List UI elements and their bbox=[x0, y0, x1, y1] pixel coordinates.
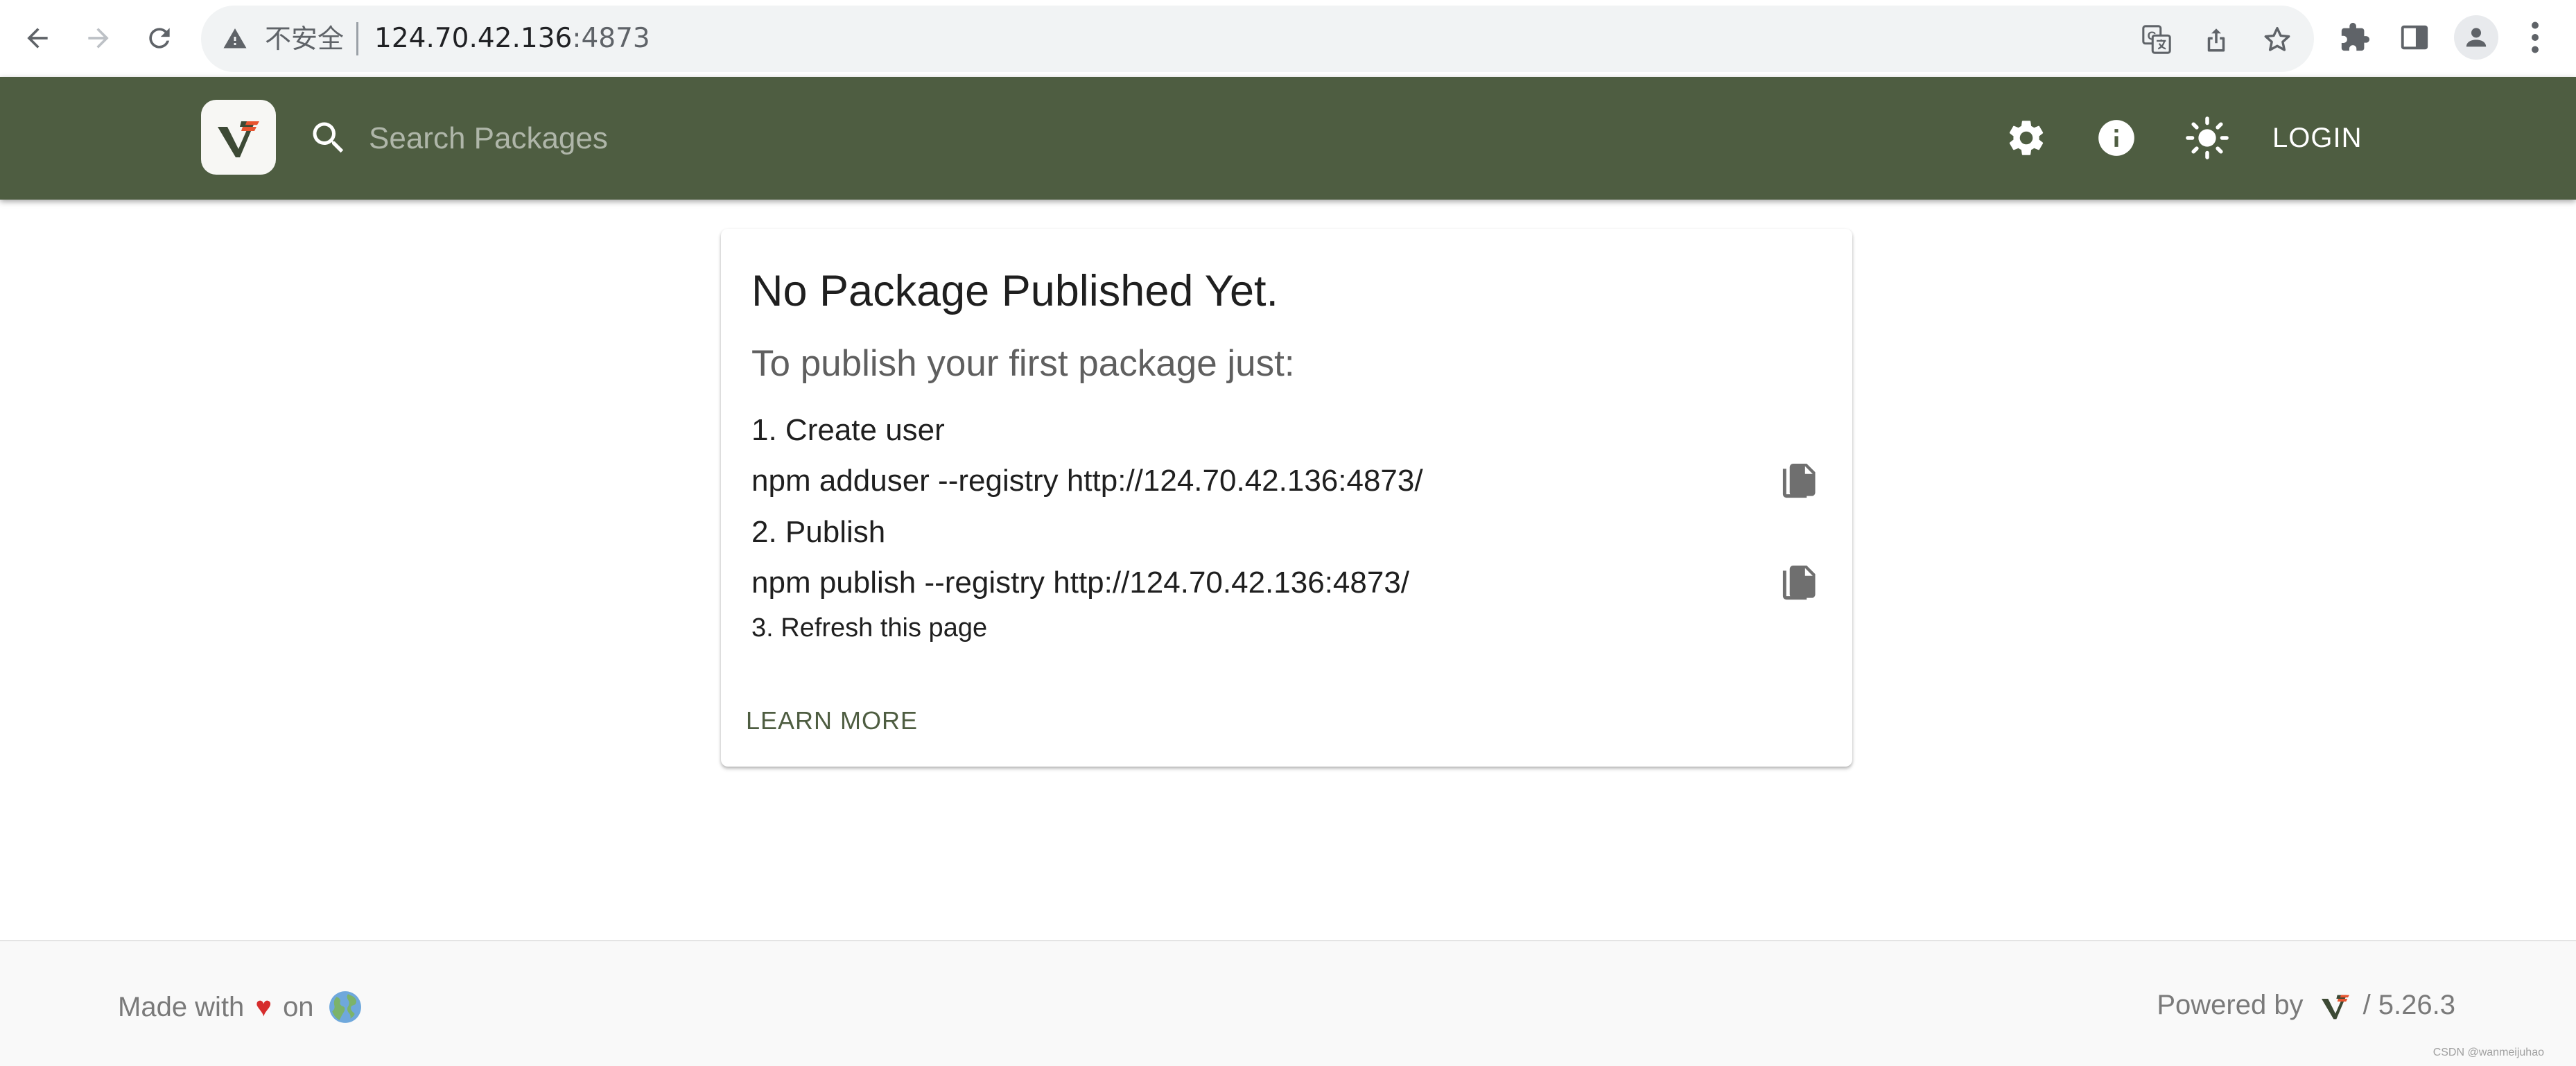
info-button[interactable] bbox=[2094, 115, 2139, 161]
verdaccio-logo[interactable] bbox=[201, 100, 276, 175]
learn-more-button[interactable]: LEARN MORE bbox=[746, 706, 918, 736]
reload-button[interactable] bbox=[137, 16, 182, 60]
powered-by-text: Powered by bbox=[2157, 990, 2304, 1020]
browser-toolbar: 不安全 124.70.42.136:4873 G bbox=[0, 0, 2576, 77]
footer: Made with ♥ on Powered by / 5.26.3 CSDN … bbox=[0, 940, 2576, 1066]
search-input[interactable] bbox=[367, 112, 1341, 166]
forward-button[interactable] bbox=[76, 16, 121, 60]
adduser-command: npm adduser --registry http://124.70.42.… bbox=[751, 464, 1423, 498]
copy-icon bbox=[1782, 566, 1816, 600]
translate-icon[interactable]: G bbox=[2141, 24, 2173, 55]
share-icon[interactable] bbox=[2202, 24, 2231, 55]
gear-icon bbox=[2009, 121, 2044, 155]
card-subtitle: To publish your first package just: bbox=[751, 343, 1295, 384]
theme-toggle-button[interactable] bbox=[2184, 115, 2230, 161]
security-status[interactable]: 不安全 bbox=[265, 24, 344, 54]
search-icon-wrap bbox=[308, 117, 349, 159]
settings-button[interactable] bbox=[2003, 115, 2049, 161]
reload-icon bbox=[149, 28, 170, 49]
puzzle-icon[interactable] bbox=[2339, 15, 2371, 60]
kebab-menu-icon[interactable] bbox=[2525, 15, 2545, 60]
on-text: on bbox=[283, 991, 314, 1022]
arrow-right-icon bbox=[88, 28, 109, 49]
star-icon[interactable] bbox=[2261, 24, 2293, 55]
address-separator bbox=[356, 22, 358, 55]
footer-made-with: Made with ♥ on bbox=[118, 990, 363, 1024]
search-icon bbox=[313, 122, 344, 153]
step-refresh-label: 3. Refresh this page bbox=[751, 613, 988, 643]
step-publish-label: 2. Publish bbox=[751, 515, 886, 549]
empty-state-card: No Package Published Yet. To publish you… bbox=[721, 229, 1852, 767]
url-host: 124.70.42.136 bbox=[374, 23, 573, 54]
version-text: / 5.26.3 bbox=[2362, 990, 2455, 1020]
login-button[interactable]: LOGIN bbox=[2263, 116, 2372, 160]
url-port: :4873 bbox=[572, 23, 650, 54]
copy-publish-button[interactable] bbox=[1773, 559, 1823, 609]
heart-icon: ♥ bbox=[255, 991, 272, 1022]
sun-icon bbox=[2186, 116, 2229, 159]
publish-command: npm publish --registry http://124.70.42.… bbox=[751, 566, 1410, 600]
address-bar[interactable]: 不安全 124.70.42.136:4873 G bbox=[201, 6, 2314, 72]
copy-icon bbox=[1782, 464, 1816, 498]
warning-triangle-icon bbox=[223, 28, 247, 49]
copy-adduser-button[interactable] bbox=[1773, 457, 1823, 507]
card-title: No Package Published Yet. bbox=[751, 267, 1279, 315]
footer-powered-by: Powered by / 5.26.3 bbox=[2157, 990, 2455, 1021]
url-text[interactable]: 124.70.42.136:4873 bbox=[374, 24, 650, 54]
profile-avatar-icon bbox=[2466, 28, 2487, 47]
step-create-user-label: 1. Create user bbox=[751, 413, 945, 447]
profile-button[interactable] bbox=[2454, 15, 2498, 60]
made-with-text: Made with bbox=[118, 991, 245, 1022]
app-header: LOGIN bbox=[0, 77, 2576, 200]
side-panel-icon[interactable] bbox=[2399, 15, 2430, 60]
globe-icon[interactable] bbox=[328, 990, 363, 1024]
info-icon bbox=[2098, 120, 2134, 156]
verdaccio-logo-icon bbox=[218, 121, 259, 157]
verdaccio-mini-logo[interactable] bbox=[2319, 991, 2352, 1020]
back-button[interactable] bbox=[15, 16, 60, 60]
arrow-left-icon bbox=[27, 28, 48, 49]
watermark-text: CSDN @wanmeijuhao bbox=[2433, 1047, 2544, 1058]
